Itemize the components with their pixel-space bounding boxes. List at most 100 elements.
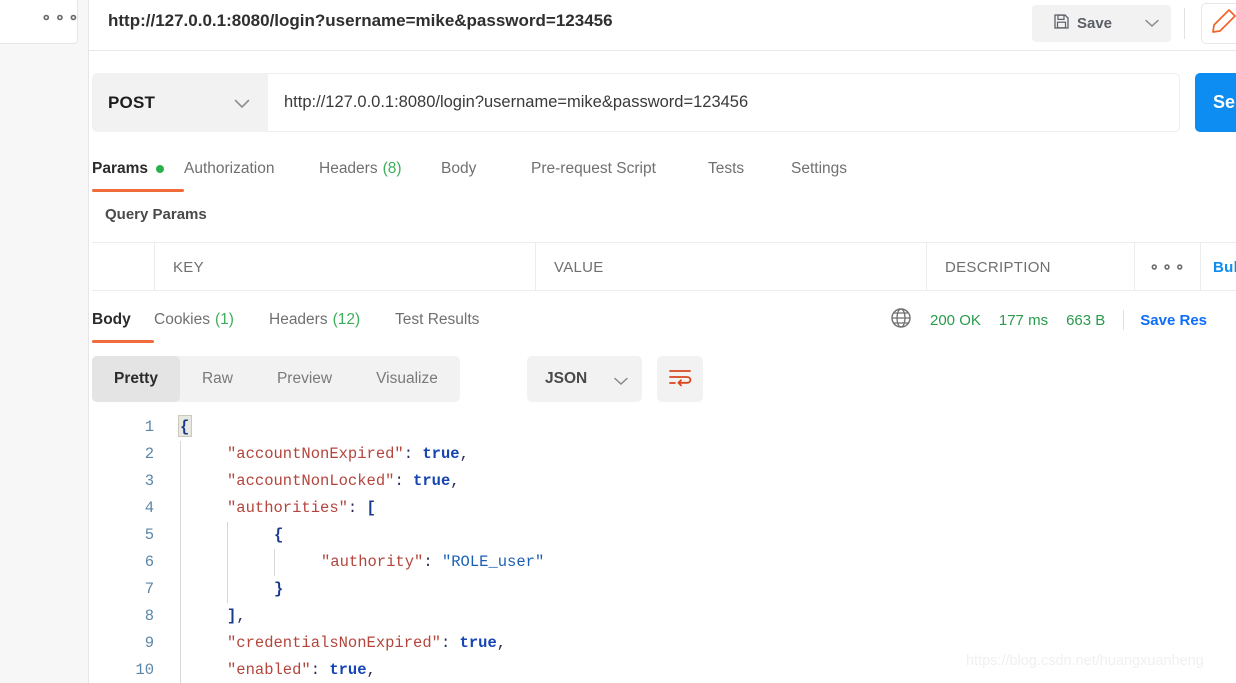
response-tab-test-results[interactable]: Test Results (395, 299, 510, 341)
indent-guide (227, 522, 228, 549)
globe-icon (890, 307, 912, 334)
save-response-link[interactable]: Save Res (1140, 312, 1207, 329)
line-number: 3 (144, 472, 154, 490)
code-token: : (394, 472, 414, 490)
code-token: : (423, 553, 442, 571)
request-tab-pre-request-script[interactable]: Pre-request Script (531, 148, 708, 190)
response-tab-label: Cookies (154, 311, 210, 328)
chevron-down-icon (1145, 15, 1159, 33)
code-line-content: } (274, 576, 283, 603)
indent-guide (180, 441, 181, 468)
request-tab-label: Tests (708, 160, 745, 177)
code-line-content: { (180, 414, 189, 441)
table-options-button[interactable]: ⚬⚬⚬ (1135, 243, 1201, 291)
indent-guide (180, 657, 181, 683)
line-number: 2 (144, 445, 154, 463)
line-number: 6 (144, 553, 154, 571)
request-header-bar: http://127.0.0.1:8080/login?username=mik… (89, 0, 1236, 51)
code-token: { (180, 418, 190, 436)
code-token: , (450, 472, 460, 490)
body-view-label: Raw (201, 370, 233, 387)
body-view-segmented-control: Pretty Raw Preview Visualize (92, 356, 460, 402)
line-number: 8 (144, 607, 154, 625)
word-wrap-button[interactable] (657, 356, 703, 402)
code-line-content: "accountNonLocked": true, (227, 468, 460, 495)
body-format-select[interactable]: JSON (527, 356, 642, 402)
request-tab-count: (8) (382, 160, 402, 177)
code-token: : (403, 445, 423, 463)
page-title: http://127.0.0.1:8080/login?username=mik… (108, 11, 613, 30)
request-tab-body[interactable]: Body (441, 148, 531, 190)
request-tab-label: Pre-request Script (531, 160, 656, 177)
response-tab-count: (12) (332, 311, 361, 328)
body-view-pretty[interactable]: Pretty (92, 356, 180, 402)
code-token: , (496, 634, 507, 652)
bulk-edit-label: Bulk Edit (1213, 258, 1236, 276)
indent-guide (180, 522, 181, 549)
save-button-label: Save (1076, 15, 1113, 32)
code-token: true (459, 634, 497, 652)
indent-guide (180, 495, 181, 522)
response-tab-count: (1) (215, 311, 234, 328)
body-view-preview[interactable]: Preview (255, 356, 354, 402)
request-tab-bar: Params Authorization Headers (8) Body Pre-req… (92, 148, 1236, 192)
bulk-edit-link[interactable]: Bulk Edit (1201, 243, 1236, 291)
active-tab-underline (92, 340, 154, 343)
code-token: , (459, 445, 469, 463)
floppy-disk-icon (1053, 13, 1070, 35)
code-token: , (366, 661, 376, 679)
body-view-raw[interactable]: Raw (180, 356, 255, 402)
code-line-content: "authority": "ROLE_user" (321, 549, 544, 576)
body-view-label: Visualize (376, 370, 438, 387)
request-tab-settings[interactable]: Settings (791, 148, 881, 190)
code-token: "authority" (321, 553, 424, 571)
word-wrap-icon (668, 367, 692, 392)
response-meta: 200 OK 177 ms 663 B Save Res (890, 299, 1207, 341)
code-token: { (274, 526, 284, 544)
response-body-code[interactable]: 1{2 "accountNonExpired": true, 3 "accountNo… (92, 414, 1236, 683)
response-tab-bar: Body Cookies (1) Headers (12) Test Results (92, 299, 872, 343)
send-button-label: Send (1213, 92, 1236, 112)
request-tab-headers[interactable]: Headers (8) (319, 148, 441, 190)
request-tab-params[interactable]: Params (92, 148, 184, 192)
url-input[interactable]: http://127.0.0.1:8080/login?username=mik… (268, 73, 1180, 132)
body-format-label: JSON (545, 370, 588, 387)
chevron-down-icon (614, 373, 628, 391)
active-tab-underline (92, 189, 184, 192)
send-button[interactable]: Send (1195, 73, 1236, 132)
code-token: [ (366, 499, 376, 517)
code-line: 1{ (92, 414, 1236, 441)
request-url-row: POST http://127.0.0.1:8080/login?usernam… (92, 73, 1236, 132)
table-col-key: KEY (155, 243, 536, 291)
code-token: : (440, 634, 460, 652)
response-tab-headers[interactable]: Headers (12) (269, 299, 395, 341)
http-method-select[interactable]: POST (92, 73, 268, 132)
body-view-visualize[interactable]: Visualize (354, 356, 460, 402)
code-token: : (310, 661, 330, 679)
code-token: ] (227, 607, 237, 625)
request-tab-authorization[interactable]: Authorization (184, 148, 319, 190)
code-line: 7} (92, 576, 1236, 603)
table-col-checkbox (92, 243, 155, 291)
response-status: 200 OK (930, 311, 981, 329)
table-col-description: DESCRIPTION (927, 243, 1135, 291)
code-token: "credentialsNonExpired" (227, 634, 441, 652)
code-token: "accountNonLocked" (227, 472, 395, 490)
code-line-content: "accountNonExpired": true, (227, 441, 469, 468)
toolbar-divider (1184, 8, 1185, 39)
indent-guide (180, 468, 181, 495)
indent-guide (227, 549, 228, 576)
request-tab-tests[interactable]: Tests (708, 148, 791, 190)
save-options-button[interactable] (1133, 5, 1171, 42)
response-size: 663 B (1066, 311, 1106, 329)
more-horizontal-icon[interactable]: ⚬⚬⚬ (40, 11, 81, 26)
save-button[interactable]: Save (1032, 5, 1133, 42)
code-token: } (274, 580, 284, 598)
edit-button[interactable] (1201, 3, 1236, 44)
line-number: 1 (144, 418, 154, 436)
code-line-content: { (274, 522, 283, 549)
code-line-content: "enabled": true, (227, 657, 376, 683)
response-tab-cookies[interactable]: Cookies (1) (154, 299, 269, 341)
response-tab-body[interactable]: Body (92, 299, 154, 343)
http-method-label: POST (108, 92, 156, 112)
